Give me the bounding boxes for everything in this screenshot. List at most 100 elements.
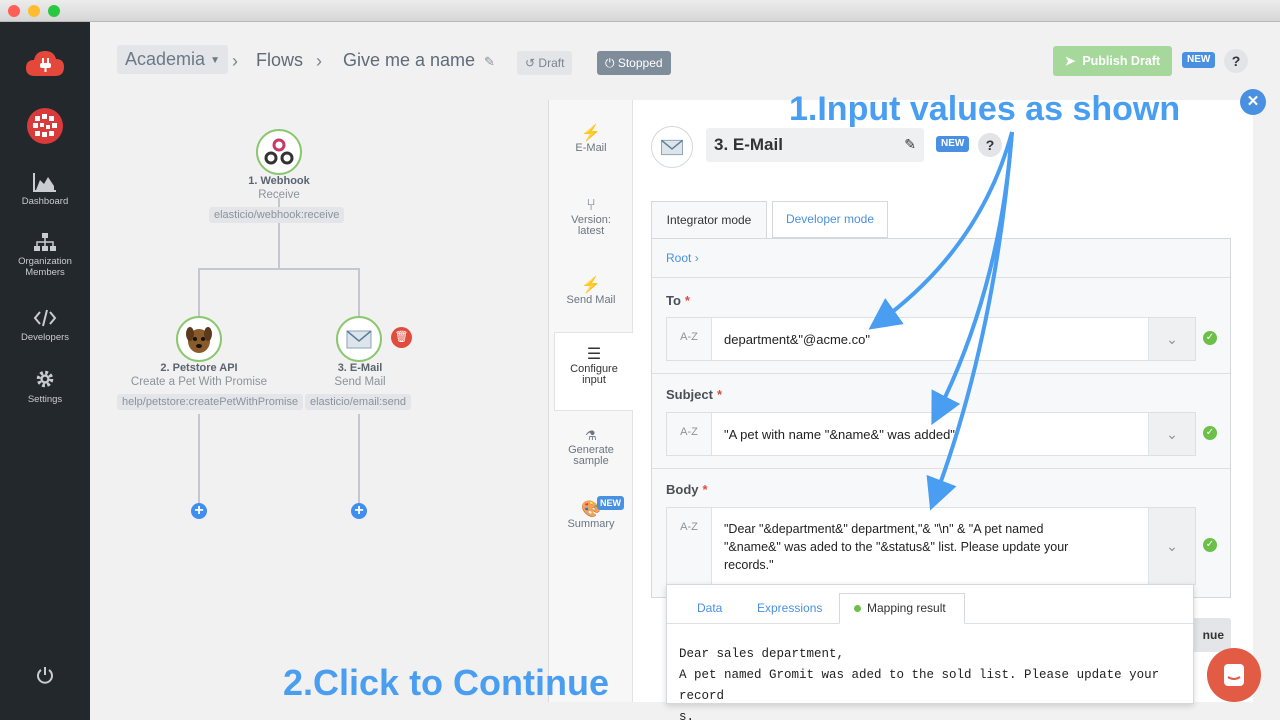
node-subtitle: Send Mail	[334, 376, 386, 388]
node-subtitle: Receive	[258, 189, 300, 201]
bolt-icon: ⚡	[581, 277, 601, 294]
close-window-button[interactable]	[8, 5, 20, 17]
org-chart-icon	[34, 233, 56, 251]
draft-badge[interactable]: ↺ Draft	[517, 51, 573, 75]
breadcrumb-flows[interactable]: Flows	[256, 50, 303, 71]
envelope-icon	[661, 139, 683, 156]
branch-icon: ⑂	[586, 197, 596, 214]
chevron-right-icon: ›	[232, 51, 238, 71]
step-title-field[interactable]: 3. E-Mail ✎	[706, 128, 924, 162]
sidebar-item-label: Developers	[20, 332, 70, 343]
node-path: elasticio/webhook:receive	[209, 207, 345, 223]
chat-launcher[interactable]	[1207, 648, 1261, 702]
new-badge: NEW	[597, 496, 624, 510]
sidebar-item-settings[interactable]: Settings	[0, 368, 90, 405]
chevron-down-icon[interactable]: ⌄	[1148, 318, 1195, 360]
delete-node-button[interactable]: 🗑	[391, 327, 412, 348]
subject-input[interactable]: A-Z "A pet with name "&name&" was added"…	[666, 412, 1196, 456]
area-chart-icon	[33, 173, 56, 192]
tab-developer-mode[interactable]: Developer mode	[772, 201, 888, 238]
status-dot-icon	[854, 605, 861, 613]
power-icon[interactable]	[35, 666, 55, 691]
tab-mapping-result[interactable]: Mapping result	[839, 593, 965, 624]
type-tag: A-Z	[667, 413, 712, 455]
trash-icon: 🗑	[394, 331, 409, 343]
caret-down-icon: ▼	[210, 54, 220, 66]
flow-name[interactable]: Give me a name	[343, 50, 475, 71]
chevron-down-icon[interactable]: ⌄	[1148, 413, 1195, 455]
mapping-result-popover: Data Expressions Mapping result Dear sal…	[666, 584, 1194, 720]
flask-icon: ⚗	[585, 428, 597, 443]
webhook-icon	[264, 138, 294, 165]
node-path: help/petstore:createPetWithPromise	[117, 394, 304, 410]
node-title: 1. Webhook	[248, 175, 310, 187]
sidebar-item-label: Dashboard	[21, 196, 69, 207]
step-title: 3. E-Mail	[714, 135, 783, 154]
close-panel-button[interactable]: ✕	[1240, 89, 1266, 115]
to-input[interactable]: A-Z department&"@acme.co" ⌄	[666, 317, 1196, 361]
step-configure-input[interactable]: ☰ Configure input	[554, 332, 633, 411]
email-node[interactable]	[336, 316, 382, 362]
step-email[interactable]: ⚡ E-Mail	[549, 125, 633, 154]
publish-draft-button[interactable]: ➤ Publish Draft	[1053, 46, 1172, 76]
step-nav: ⚡ E-Mail ⑂ Version: latest ⚡ Send Mail ☰ Con…	[549, 100, 633, 702]
sidebar-item-organization-members[interactable]: Organization Members	[0, 232, 90, 278]
pencil-icon[interactable]: ✎	[904, 136, 916, 153]
step-send-mail[interactable]: ⚡ Send Mail	[549, 277, 633, 306]
pencil-icon[interactable]: ✎	[484, 54, 495, 70]
subject-value: "A pet with name "&name&" was added"	[724, 427, 955, 442]
breadcrumb[interactable]: Root ›	[666, 251, 699, 265]
gear-icon	[36, 370, 54, 388]
bolt-icon: ⚡	[581, 125, 601, 142]
sidebar-item-dashboard[interactable]: Dashboard	[0, 172, 90, 207]
history-icon: ↺	[525, 56, 536, 70]
type-tag: A-Z	[667, 318, 712, 360]
dog-icon	[186, 327, 212, 353]
new-badge: NEW	[1182, 52, 1216, 68]
step-version[interactable]: ⑂ Version: latest	[549, 197, 633, 237]
webhook-node[interactable]	[256, 129, 302, 175]
chevron-right-icon: ›	[316, 51, 322, 71]
check-icon: ✓	[1203, 331, 1217, 345]
minimize-window-button[interactable]	[28, 5, 40, 17]
type-tag: A-Z	[667, 508, 712, 584]
email-step-icon	[651, 126, 693, 168]
check-icon: ✓	[1203, 538, 1217, 552]
paper-plane-icon: ➤	[1064, 54, 1076, 68]
tab-data[interactable]: Data	[697, 601, 722, 615]
status-badge[interactable]: ⏻ Stopped	[597, 51, 671, 75]
maximize-window-button[interactable]	[48, 5, 60, 17]
code-icon	[33, 309, 57, 327]
step-generate-sample[interactable]: ⚗ Generate sample	[549, 428, 633, 467]
body-input[interactable]: A-Z "Dear "&department&" department,"& "…	[666, 507, 1196, 585]
workspace-name: Academia	[125, 49, 206, 69]
add-step-button[interactable]: +	[191, 503, 207, 519]
annotation-step2: 2.Click to Continue	[283, 662, 610, 703]
petstore-node[interactable]	[176, 316, 222, 362]
sidebar-item-label: Settings	[27, 394, 63, 405]
mapping-result-output: Dear sales department, A pet named Gromi…	[679, 647, 1160, 720]
new-badge: NEW	[936, 136, 970, 152]
power-icon: ⏻	[605, 56, 615, 70]
window-titlebar	[0, 0, 1280, 22]
app-logo-icon[interactable]	[25, 48, 65, 83]
sidebar-item-developers[interactable]: Developers	[0, 308, 90, 343]
to-value: department&"@acme.co"	[724, 332, 870, 347]
workspace-selector[interactable]: Academia ▼	[117, 45, 228, 74]
field-label-body: Body *	[666, 482, 708, 497]
help-button[interactable]: ?	[978, 133, 1002, 157]
chevron-down-icon[interactable]: ⌄	[1148, 508, 1195, 584]
avatar[interactable]	[27, 108, 63, 144]
body-value: "Dear "&department&" department,"& "\n" …	[724, 522, 1069, 572]
step-config-panel: ⚡ E-Mail ⑂ Version: latest ⚡ Send Mail ☰ Con…	[548, 100, 1253, 720]
tab-expressions[interactable]: Expressions	[757, 601, 822, 615]
chat-icon	[1224, 664, 1244, 686]
node-path: elasticio/email:send	[305, 394, 411, 410]
node-title: 3. E-Mail	[337, 362, 383, 374]
annotation-step1: 1.Input values as shown	[789, 90, 1181, 128]
field-label-subject: Subject *	[666, 387, 723, 402]
check-icon: ✓	[1203, 426, 1217, 440]
add-step-button[interactable]: +	[351, 503, 367, 519]
tab-integrator-mode[interactable]: Integrator mode	[651, 201, 767, 239]
help-button[interactable]: ?	[1224, 49, 1248, 73]
